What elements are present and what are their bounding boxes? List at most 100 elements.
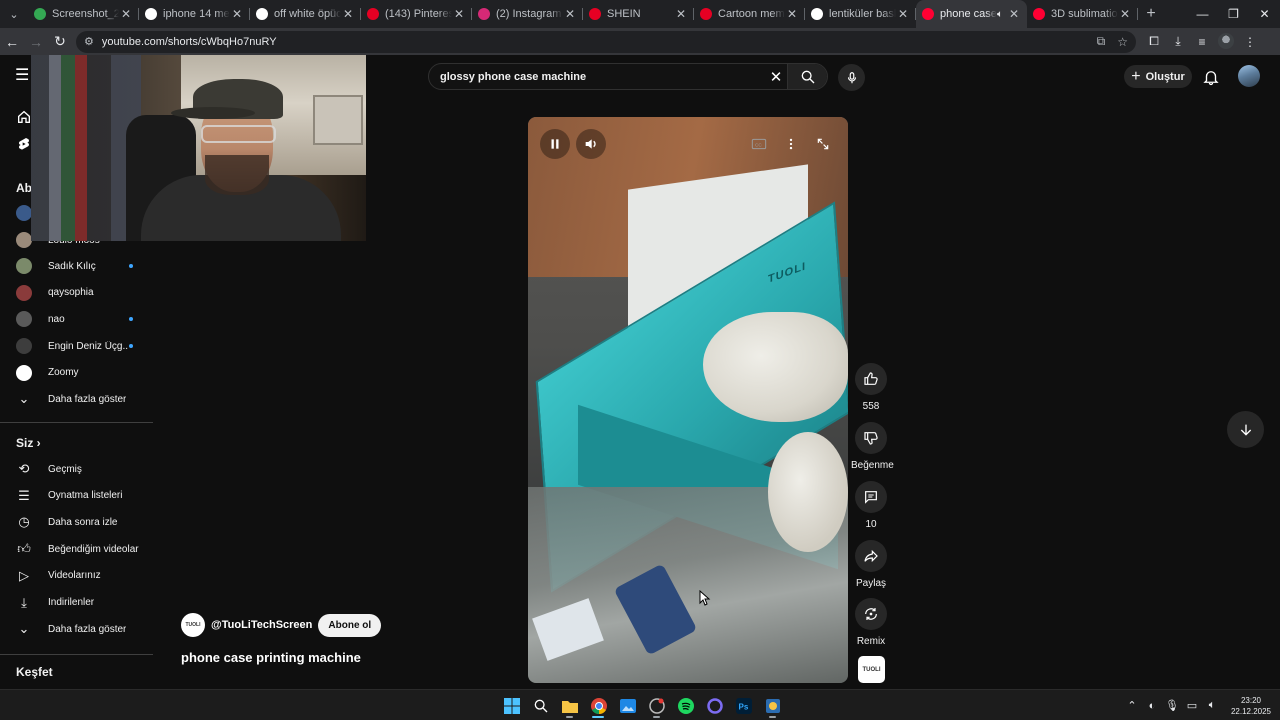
close-tab-icon[interactable]: ✕ [674,7,688,21]
close-tab-icon[interactable]: ✕ [896,7,910,21]
account-avatar[interactable] [1238,65,1260,87]
app-icon [648,697,665,714]
subscription-item[interactable]: qaysophia [0,280,153,306]
fullscreen-button[interactable] [808,129,838,159]
volume-button[interactable] [576,129,606,159]
browser-tab[interactable]: 3D sublimation pl✕ [1027,0,1138,28]
back-button[interactable]: ← [0,28,24,55]
subscribe-button[interactable]: Abone ol [318,613,382,637]
browser-tab[interactable]: SHEIN ✕ [583,0,694,28]
sidebar-item[interactable]: ☰ Oynatma listeleri [0,483,153,509]
sidebar-item[interactable]: ⤓ İndirilenler [0,590,153,616]
browser-tab[interactable]: Cartoon meme pi✕ [694,0,805,28]
like-button[interactable] [855,363,887,395]
forward-button[interactable]: → [24,28,48,55]
tab-audio-icon[interactable]: 🔈︎ [997,9,1003,20]
media-controls-icon[interactable]: ≡ [1190,28,1214,55]
browser-tab[interactable]: Screenshot_2025-✕ [28,0,139,28]
comments-button[interactable] [855,481,887,513]
share-button[interactable] [855,540,887,572]
more-options-button[interactable] [776,129,806,159]
extensions-icon[interactable]: ⧠ [1142,28,1166,55]
discord-app[interactable] [642,693,671,718]
shorts-icon[interactable] [16,136,32,152]
photoshop-app[interactable]: Ps [729,693,758,718]
sidebar-item[interactable]: ⌄ Daha fazla göster [0,616,153,642]
volume-tray-icon[interactable]: 🔈︎ [1202,690,1222,720]
file-explorer-app[interactable] [555,693,584,718]
sidebar-item[interactable]: ⟲ Geçmiş [0,456,153,482]
subscription-item[interactable]: Zoomy [0,360,153,386]
notifications-bell-icon[interactable] [1202,68,1220,86]
browser-tab[interactable]: phone case pr🔈︎ ✕ [916,0,1027,28]
snipping-app[interactable] [758,693,787,718]
subscription-item[interactable]: Engin Deniz Üçg... [0,333,153,359]
browser-tab[interactable]: lentiküler baskı -✕ [805,0,916,28]
taskbar-clock[interactable]: 23:20 22.12.2025 [1222,695,1280,717]
reload-button[interactable]: ↻ [48,28,72,55]
browser-tab[interactable]: iphone 14 measur✕ [139,0,250,28]
menu-icon[interactable]: ☰ [15,68,31,84]
spotify-app[interactable] [671,693,700,718]
tab-favicon-icon [367,8,379,20]
close-tab-icon[interactable]: ✕ [452,7,466,21]
close-tab-icon[interactable]: ✕ [230,7,244,21]
search-box[interactable]: glossy phone case machine ✕ [428,63,828,90]
display-tray-icon[interactable]: ▭ [1182,690,1202,720]
you-section-header[interactable]: Siz › [16,436,41,450]
subscription-item[interactable]: Sadık Kılıç [0,253,153,279]
install-app-icon[interactable]: ⧉ [1097,34,1106,49]
discord-tray-icon[interactable]: ◐ [1142,690,1162,720]
address-bar[interactable]: ⚙ youtube.com/shorts/cWbqHo7nuRY ⧉ ☆ [76,30,1136,53]
bookmark-star-icon[interactable]: ☆ [1117,35,1128,49]
close-tab-icon[interactable]: ✕ [563,7,577,21]
close-tab-icon[interactable]: ✕ [785,7,799,21]
site-info-icon[interactable]: ⚙ [84,35,94,48]
shorts-video-player[interactable]: TUOLI CC [528,117,848,683]
more-vert-icon [789,138,793,150]
volume-icon [585,139,596,149]
photos-app[interactable] [613,693,642,718]
browser-tab[interactable]: off white öpücükl✕ [250,0,361,28]
search-input[interactable]: glossy phone case machine [429,71,765,83]
chrome-app[interactable] [584,693,613,718]
subscription-item[interactable]: nao [0,306,153,332]
dislike-button[interactable] [855,422,887,454]
close-tab-icon[interactable]: ✕ [1007,7,1021,21]
close-tab-icon[interactable]: ✕ [341,7,355,21]
sidebar-item[interactable]: ◷ Daha sonra izle [0,509,153,535]
app-circle[interactable] [700,693,729,718]
chrome-menu-icon[interactable]: ⋮ [1238,28,1262,55]
close-window-button[interactable]: ✕ [1249,0,1280,28]
create-button[interactable]: + Oluştur [1124,65,1192,88]
clear-search-icon[interactable]: ✕ [765,68,787,86]
profile-avatar[interactable] [1218,33,1234,49]
voice-search-button[interactable] [838,64,865,91]
close-tab-icon[interactable]: ✕ [1118,7,1132,21]
channel-logo-thumbnail[interactable]: TUOLI [858,656,885,683]
tab-search-button[interactable]: ⌄ [0,0,28,28]
pause-button[interactable] [540,129,570,159]
close-tab-icon[interactable]: ✕ [119,7,133,21]
channel-handle[interactable]: @TuoLiTechScreen [211,619,312,631]
restore-button[interactable]: ❐ [1218,0,1249,28]
show-more-subscriptions[interactable]: ⌄ Daha fazla göster [0,386,153,412]
minimize-button[interactable]: — [1187,0,1218,28]
new-tab-button[interactable]: + [1138,0,1164,28]
home-icon[interactable] [16,109,32,125]
browser-tab[interactable]: (143) Pinterest ✕ [361,0,472,28]
sidebar-item[interactable]: ▷ Videolarınız [0,563,153,589]
microphone-tray-icon[interactable]: 🎙︎ [1162,690,1182,720]
short-title[interactable]: phone case printing machine [181,650,361,665]
remix-button[interactable] [855,598,887,630]
start-button[interactable] [497,693,526,718]
downloads-icon[interactable]: ⤓ [1166,28,1190,55]
show-hidden-icons[interactable]: ⌃ [1122,690,1142,720]
captions-button[interactable]: CC [744,129,774,159]
taskbar-search[interactable] [526,693,555,718]
search-button[interactable] [787,64,827,89]
channel-avatar[interactable]: TUOLI [181,613,205,637]
next-short-button[interactable] [1227,411,1264,448]
browser-tab[interactable]: (2) Instagram ✕ [472,0,583,28]
sidebar-item[interactable]: 👍︎ Beğendiğim videolar [0,536,153,562]
